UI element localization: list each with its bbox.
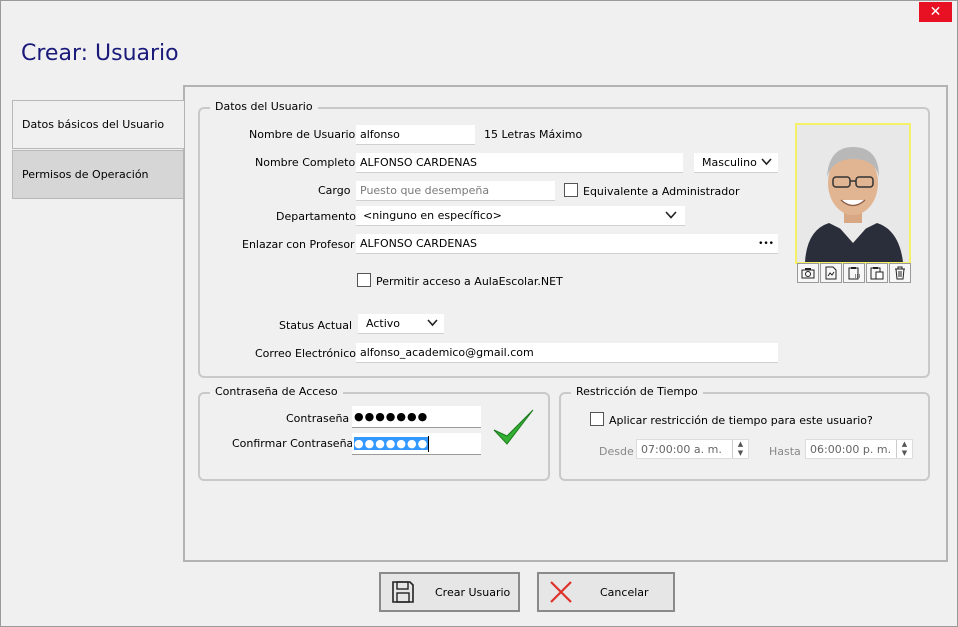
chevron-down-icon bbox=[761, 153, 772, 172]
restriccion-checkbox[interactable] bbox=[590, 412, 604, 426]
time-spinner[interactable]: ▲ ▼ bbox=[732, 440, 748, 458]
group-legend: Datos del Usuario bbox=[210, 100, 318, 113]
more-options-button[interactable]: ••• bbox=[758, 234, 774, 253]
departamento-label: Departamento bbox=[276, 210, 357, 223]
nombre-usuario-label: Nombre de Usuario bbox=[249, 128, 356, 141]
cancelar-button[interactable]: Cancelar bbox=[537, 572, 675, 612]
password-label: Contraseña bbox=[286, 412, 350, 425]
tab-datos-basicos[interactable]: Datos básicos del Usuario bbox=[12, 100, 184, 149]
confirm-password-label: Confirmar Contraseña bbox=[232, 437, 354, 450]
time-spinner[interactable]: ▲ ▼ bbox=[896, 440, 912, 458]
nombre-usuario-input[interactable]: alfonso bbox=[356, 125, 475, 145]
page-title: Crear: Usuario bbox=[21, 41, 179, 66]
paste-special-icon[interactable] bbox=[843, 263, 865, 283]
desde-value: 07:00:00 a. m. bbox=[641, 443, 722, 456]
nombre-usuario-hint: 15 Letras Máximo bbox=[484, 128, 583, 141]
departamento-value: <ninguno en específico> bbox=[363, 209, 502, 222]
tab-permisos[interactable]: Permisos de Operación bbox=[12, 150, 184, 199]
password-input[interactable]: ●●●●●●● bbox=[352, 406, 481, 428]
trash-icon[interactable] bbox=[889, 263, 911, 283]
status-select[interactable]: Activo bbox=[358, 314, 444, 334]
check-icon bbox=[491, 406, 535, 453]
chevron-down-icon bbox=[427, 314, 438, 333]
photo-toolbar bbox=[797, 263, 911, 283]
profesor-value: ALFONSO CARDENAS bbox=[360, 237, 478, 250]
restriccion-label: Aplicar restricción de tiempo para este … bbox=[609, 414, 873, 427]
selected-text: ●●●●●●● bbox=[354, 437, 429, 450]
status-value: Activo bbox=[366, 317, 400, 330]
hasta-label: Hasta bbox=[769, 445, 801, 458]
acceso-aula-checkbox[interactable] bbox=[357, 273, 371, 287]
group-restriccion: Restricción de Tiempo bbox=[559, 385, 930, 481]
camera-icon[interactable] bbox=[797, 263, 819, 283]
cargo-input[interactable]: Puesto que desempeña bbox=[356, 181, 555, 201]
desde-time-input[interactable]: 07:00:00 a. m. ▲ ▼ bbox=[636, 439, 749, 459]
group-legend: Contraseña de Acceso bbox=[210, 385, 343, 398]
equivalente-admin-label: Equivalente a Administrador bbox=[583, 185, 740, 198]
button-label: Cancelar bbox=[600, 585, 649, 599]
user-photo bbox=[795, 123, 911, 264]
hasta-value: 06:00:00 p. m. bbox=[810, 443, 892, 456]
cargo-label: Cargo bbox=[318, 184, 351, 197]
close-button[interactable]: ✕ bbox=[919, 2, 952, 22]
confirm-password-input[interactable]: ●●●●●●● bbox=[352, 433, 481, 455]
correo-input[interactable]: alfonso_academico@gmail.com bbox=[356, 343, 778, 363]
crear-usuario-button[interactable]: Crear Usuario bbox=[379, 572, 520, 612]
correo-label: Correo Electrónico bbox=[255, 347, 356, 360]
tab-label: Datos básicos del Usuario bbox=[22, 118, 165, 131]
profesor-label: Enlazar con Profesor bbox=[242, 238, 355, 251]
nombre-completo-label: Nombre Completo bbox=[255, 156, 356, 169]
status-label: Status Actual bbox=[279, 319, 353, 332]
paste-icon[interactable] bbox=[866, 263, 888, 283]
hasta-time-input[interactable]: 06:00:00 p. m. ▲ ▼ bbox=[805, 439, 913, 459]
genero-select[interactable]: Masculino bbox=[694, 153, 778, 173]
nombre-completo-input[interactable]: ALFONSO CARDENAS bbox=[356, 153, 683, 173]
departamento-select[interactable]: <ninguno en específico> bbox=[356, 206, 685, 226]
desde-label: Desde bbox=[599, 445, 634, 458]
group-legend: Restricción de Tiempo bbox=[571, 385, 703, 398]
chevron-down-icon bbox=[665, 206, 677, 225]
save-icon bbox=[391, 580, 415, 604]
image-file-icon[interactable] bbox=[820, 263, 842, 283]
genero-value: Masculino bbox=[702, 156, 757, 169]
dialog-window: ✕ Crear: Usuario Datos básicos del Usuar… bbox=[0, 0, 958, 627]
button-label: Crear Usuario bbox=[435, 585, 511, 599]
acceso-aula-label: Permitir acceso a AulaEscolar.NET bbox=[376, 275, 563, 288]
profesor-input[interactable]: ALFONSO CARDENAS ••• bbox=[356, 234, 778, 254]
close-icon bbox=[549, 580, 573, 604]
equivalente-admin-checkbox[interactable] bbox=[564, 183, 578, 197]
tab-label: Permisos de Operación bbox=[22, 168, 149, 181]
